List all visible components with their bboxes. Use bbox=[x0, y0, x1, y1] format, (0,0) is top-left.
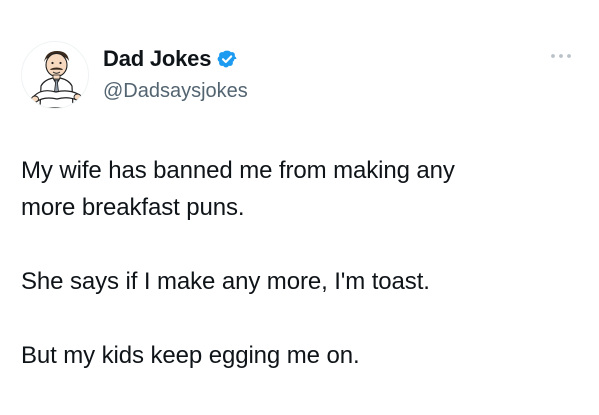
handle[interactable]: @Dadsaysjokes bbox=[103, 77, 248, 105]
tweet-card: Dad Jokes @Dadsaysjokes My wife has bann… bbox=[0, 0, 599, 415]
tweet-text: My wife has banned me from making any mo… bbox=[21, 152, 581, 374]
more-options-icon bbox=[551, 54, 571, 58]
dad-cartoon-avatar-icon bbox=[31, 51, 82, 108]
name-row: Dad Jokes bbox=[103, 44, 248, 74]
avatar[interactable] bbox=[21, 41, 89, 109]
display-name[interactable]: Dad Jokes bbox=[103, 44, 211, 74]
tweet-paragraph: She says if I make any more, I'm toast. bbox=[21, 268, 430, 295]
tweet-paragraph: But my kids keep egging me on. bbox=[21, 342, 360, 369]
tweet-paragraph: My wife has banned me from making any mo… bbox=[21, 157, 455, 221]
author-info: Dad Jokes @Dadsaysjokes bbox=[103, 44, 248, 105]
verified-badge-icon[interactable] bbox=[216, 48, 238, 70]
more-options-button[interactable] bbox=[548, 47, 574, 65]
